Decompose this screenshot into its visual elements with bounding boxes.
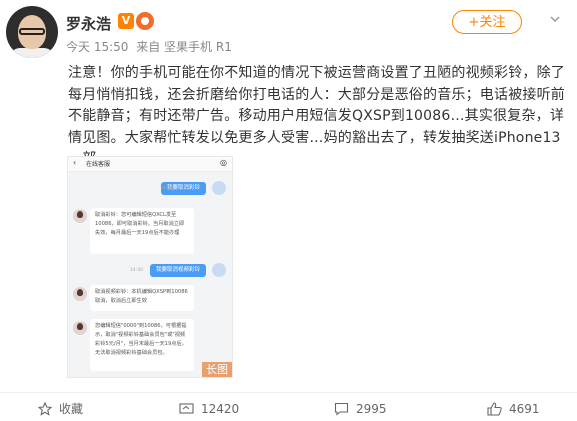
repost-icon	[179, 402, 194, 414]
avatar	[73, 209, 87, 223]
chevron-down-icon[interactable]	[548, 12, 564, 28]
like-button[interactable]: 4691	[487, 401, 540, 417]
comment-icon	[334, 402, 349, 416]
post-source: 来自 坚果手机 R1	[136, 40, 232, 54]
like-count: 4691	[509, 402, 540, 416]
back-icon: ‹	[73, 158, 77, 167]
avatar	[73, 321, 87, 335]
star-icon	[38, 402, 52, 416]
avatar	[212, 181, 226, 195]
avatar-shirt	[10, 48, 54, 58]
image-header: ‹ 在线客服 ◎	[68, 157, 232, 172]
chat-bubble-received: 取消彩铃：您可编辑短信QXCL发至10086，即可取消彩铃。当月取消立即失效，每…	[90, 208, 194, 254]
chat-bubble-sent: 我要取消视频彩铃	[149, 264, 206, 277]
comment-count: 2995	[356, 402, 387, 416]
favorite-label: 收藏	[59, 402, 84, 416]
divider	[0, 392, 577, 393]
chat-timestamp: 14:30	[130, 268, 143, 273]
avatar	[212, 263, 226, 277]
vip-badge-icon: V	[118, 13, 134, 29]
user-name[interactable]: 罗永浩	[66, 13, 111, 34]
fan-badge-icon	[136, 12, 154, 30]
long-image-badge: 长图	[202, 362, 232, 377]
thumbs-up-icon	[487, 402, 502, 416]
post-time[interactable]: 今天 15:50	[66, 40, 128, 54]
repost-count: 12420	[201, 402, 240, 416]
post-text: 注意！你的手机可能在你不知道的情况下被运营商设置了丑陋的视频彩铃，除了每月悄悄扣…	[68, 65, 565, 167]
avatar	[73, 287, 87, 301]
chat-bubble-received: 取消视频彩铃：本机编辑QXSP到10086取消，取消后立即生效	[90, 285, 194, 311]
more-icon: ◎	[220, 158, 227, 167]
post-meta: 今天 15:50 来自 坚果手机 R1	[66, 38, 236, 55]
chat-bubble-received: 您编辑短信"0000"到10086，可根据提示，取消"视频彩铃基础会员包"或"视…	[90, 319, 194, 371]
chat-timestamp: 14:28	[160, 186, 173, 191]
favorite-button[interactable]: 收藏	[38, 401, 83, 417]
follow-button[interactable]: +关注	[452, 10, 522, 34]
avatar[interactable]	[6, 6, 58, 58]
image-header-title: 在线客服	[86, 161, 111, 168]
avatar-glasses	[19, 28, 45, 35]
long-image[interactable]: ‹ 在线客服 ◎ 我要取消彩铃 14:28 取消彩铃：您可编辑短信QXCL发至1…	[67, 156, 233, 378]
repost-button[interactable]: 12420	[179, 401, 239, 417]
comment-button[interactable]: 2995	[334, 401, 387, 417]
